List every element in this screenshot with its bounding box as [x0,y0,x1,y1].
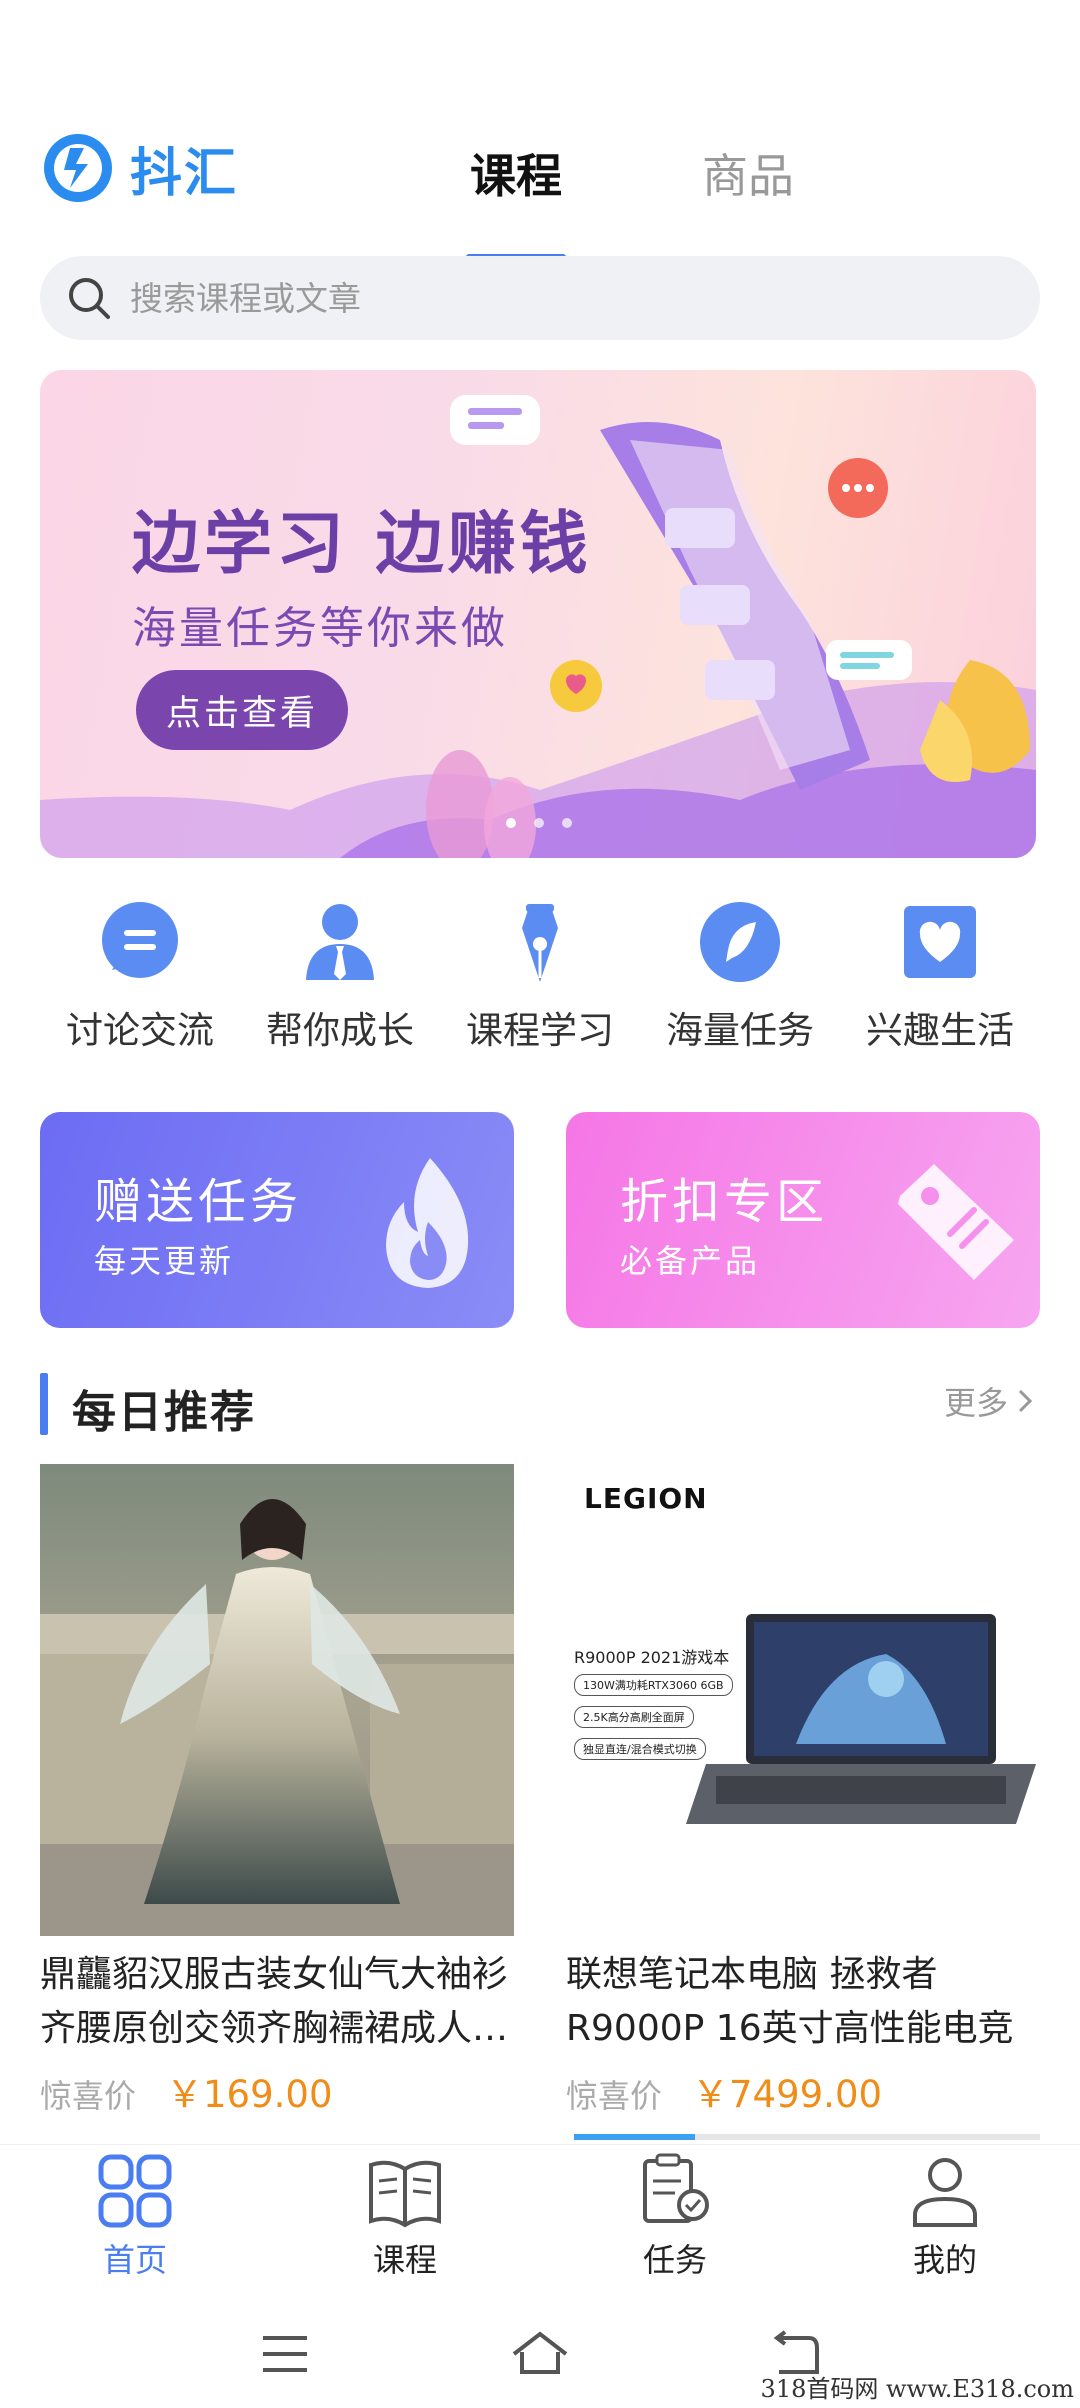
banner-pagination [506,818,572,828]
flame-icon [386,1158,469,1288]
quick-nav-label: 兴趣生活 [866,1009,1014,1052]
chevron-right-icon [1018,1389,1033,1413]
heart-icon [898,900,982,984]
header-tabs: 课程 商品 [466,140,794,260]
more-link[interactable]: 更多 [944,1378,1034,1424]
menu-icon[interactable] [255,2324,315,2384]
price-value: ￥169.00 [166,2073,333,2116]
quick-nav-label: 帮你成长 [266,1009,414,1052]
logo-icon [44,134,112,202]
promo-subtitle: 必备产品 [620,1242,761,1280]
person-icon [298,900,382,984]
search-bar[interactable] [40,256,1040,340]
banner-subtitle: 海量任务等你来做 [132,603,508,654]
promo-title: 赠送任务 [94,1174,303,1230]
horizontal-scroll-indicator [574,2134,1040,2140]
tab-label: 任务 [642,2241,707,2279]
product-name: 鼎龘貂汉服古装女仙气大袖衫齐腰原创交领齐胸襦裙成人… [40,1954,509,2049]
tab-products[interactable]: 商品 [702,140,794,206]
more-label: 更多 [943,1384,1008,1422]
product-price-row: 惊喜价 ￥169.00 [40,2064,514,2118]
bottom-tab-bar: 首页 课程 任务 我的 [0,2144,1080,2294]
home-icon[interactable] [505,2324,575,2384]
tab-courses-bottom[interactable]: 课程 [270,2145,540,2294]
quick-nav-interests[interactable]: 兴趣生活 [840,900,1040,1054]
scroll-thumb [574,2134,696,2140]
app-logo: 抖汇 [40,130,238,206]
quick-nav-label: 海量任务 [666,1009,814,1052]
banner-dot[interactable] [506,818,516,828]
search-input[interactable] [130,278,930,318]
product-image-laptop: LEGION R9000P 2021游戏本 130W满功耗RTX3060 6GB… [566,1464,1040,1936]
price-label: 惊喜价 [566,2077,663,2115]
tab-home[interactable]: 首页 [0,2145,270,2294]
section-title: 每日推荐 [72,1387,256,1438]
user-icon [913,2158,977,2227]
book-icon [369,2160,441,2228]
quick-nav-courses[interactable]: 课程学习 [440,900,640,1054]
price-label: 惊喜价 [40,2077,137,2115]
tab-label: 我的 [912,2241,977,2279]
banner-title: 边学习 边赚钱 [132,505,592,584]
task-icon [643,2153,709,2223]
laptop-spec-badge: 独显直连/混合模式切换 [574,1738,706,1760]
quick-nav-tasks[interactable]: 海量任务 [640,900,840,1054]
tab-label: 首页 [102,2241,167,2279]
promo-title: 折扣专区 [620,1174,829,1230]
banner-dot[interactable] [534,818,544,828]
promo-card-discount[interactable]: 折扣专区 必备产品 [566,1112,1040,1328]
promo-subtitle: 每天更新 [94,1242,235,1280]
product-price-row: 惊喜价 ￥7499.00 [566,2064,1040,2118]
tab-label: 课程 [372,2241,437,2279]
product-name: 联想笔记本电脑 拯救者R9000P 16英寸高性能电竞游戏本… [566,1954,1014,2049]
promo-card-free-tasks[interactable]: 赠送任务 每天更新 [40,1112,514,1328]
chat-icon [98,900,182,984]
quick-nav-label: 课程学习 [466,1009,614,1052]
quick-nav-growth[interactable]: 帮你成长 [240,900,440,1054]
promo-banner[interactable]: 边学习 边赚钱 海量任务等你来做 点击查看 [40,370,1036,858]
tag-icon [898,1164,1014,1280]
laptop-spec-badge: 2.5K高分高刷全面屏 [574,1706,694,1728]
banner-dot[interactable] [562,818,572,828]
section-accent-bar [40,1373,48,1435]
search-icon [69,278,110,319]
banner-view-button[interactable]: 点击查看 [136,670,348,750]
quick-nav: 讨论交流 帮你成长 课程学习 海量任务 兴趣生活 [40,900,1040,1054]
product-image-hanfu [40,1464,514,1936]
feather-icon [698,900,782,984]
pen-icon [498,900,582,984]
tab-me[interactable]: 我的 [810,2145,1080,2294]
laptop-model: R9000P 2021游戏本 [574,1648,730,1667]
laptop-brand: LEGION [584,1482,708,1515]
laptop-spec-badge: 130W满功耗RTX3060 6GB [574,1674,733,1696]
logo-text: 抖汇 [130,143,239,204]
quick-nav-discussion[interactable]: 讨论交流 [40,900,240,1054]
price-value: ￥7499.00 [692,2073,883,2116]
product-card[interactable]: LEGION R9000P 2021游戏本 130W满功耗RTX3060 6GB… [566,1464,1040,2118]
quick-nav-label: 讨论交流 [66,1009,214,1052]
tab-courses[interactable]: 课程 [466,140,566,260]
home-grid-icon [98,2154,172,2228]
tab-tasks[interactable]: 任务 [540,2145,810,2294]
watermark: 318首码网 www.E318.com [760,2375,1074,2403]
product-card[interactable]: 鼎龘貂汉服古装女仙气大袖衫齐腰原创交领齐胸襦裙成人… 惊喜价 ￥169.00 [40,1464,514,2118]
